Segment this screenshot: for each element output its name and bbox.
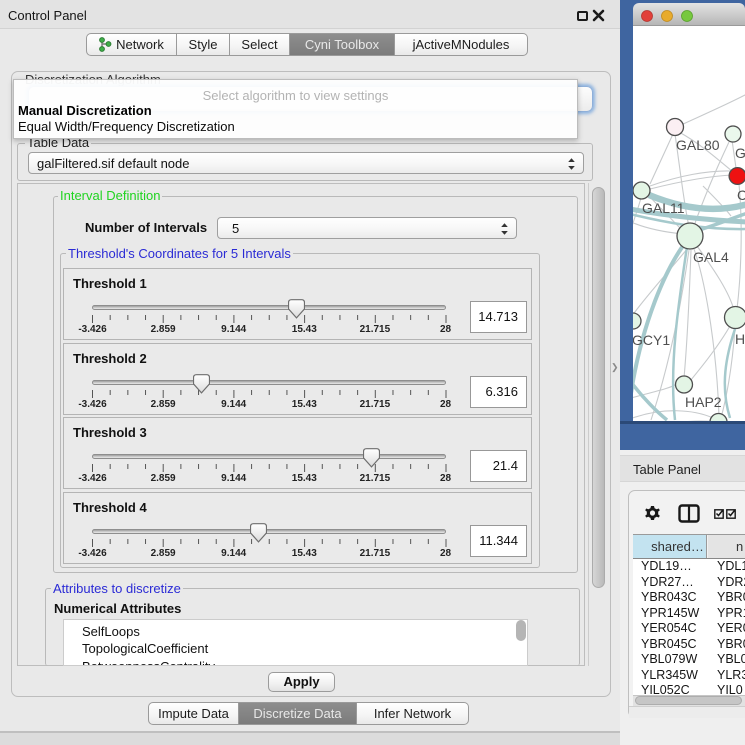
svg-text:GAL80: GAL80 <box>676 137 720 153</box>
svg-text:HAP2: HAP2 <box>685 394 722 410</box>
svg-text:C: C <box>737 187 745 203</box>
svg-text:GAL11: GAL11 <box>642 200 685 216</box>
svg-text:G.: G. <box>735 145 745 161</box>
svg-text:H: H <box>735 331 745 347</box>
svg-text:GCY1: GCY1 <box>633 332 670 348</box>
svg-text:GAL4: GAL4 <box>693 249 729 265</box>
